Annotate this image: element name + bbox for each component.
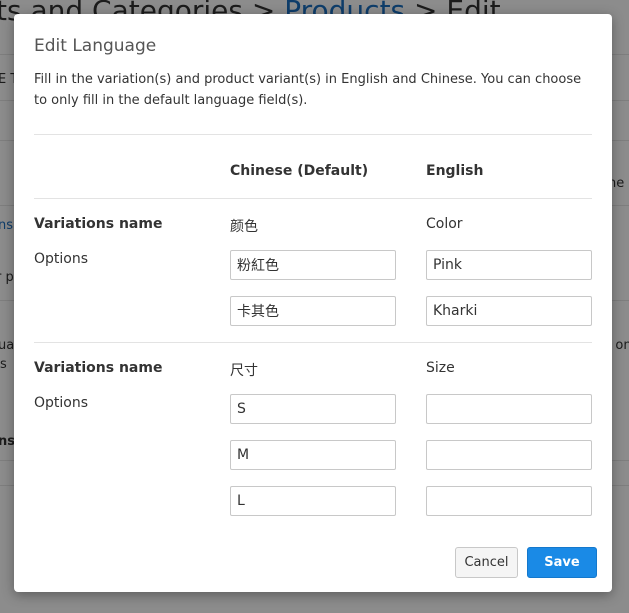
save-button[interactable]: Save [527,547,597,578]
variation-name-label: Variations name [34,360,163,376]
variation-name-chinese: 尺寸 [230,363,258,379]
column-header-chinese: Chinese (Default) [230,163,369,179]
options-label: Options [34,251,89,267]
divider [34,198,592,199]
option-chinese-input[interactable] [230,250,396,280]
edit-language-modal: Edit Language Fill in the variation(s) a… [14,14,612,592]
option-english-input[interactable] [426,394,592,424]
divider [34,134,592,135]
cancel-button[interactable]: Cancel [455,547,518,578]
variation-name-label: Variations name [34,216,163,232]
option-english-input[interactable] [426,296,592,326]
option-chinese-input[interactable] [230,440,396,470]
option-english-input[interactable] [426,250,592,280]
modal-description: Fill in the variation(s) and product var… [34,72,582,108]
options-label: Options [34,395,89,411]
divider [34,342,592,343]
variation-name-english: Size [426,360,455,376]
modal-title: Edit Language [34,36,157,56]
option-chinese-input[interactable] [230,394,396,424]
variation-name-english: Color [426,216,463,232]
option-english-input[interactable] [426,486,592,516]
option-english-input[interactable] [426,440,592,470]
variation-name-chinese: 颜色 [230,219,258,235]
option-chinese-input[interactable] [230,296,396,326]
option-chinese-input[interactable] [230,486,396,516]
column-header-english: English [426,163,484,179]
